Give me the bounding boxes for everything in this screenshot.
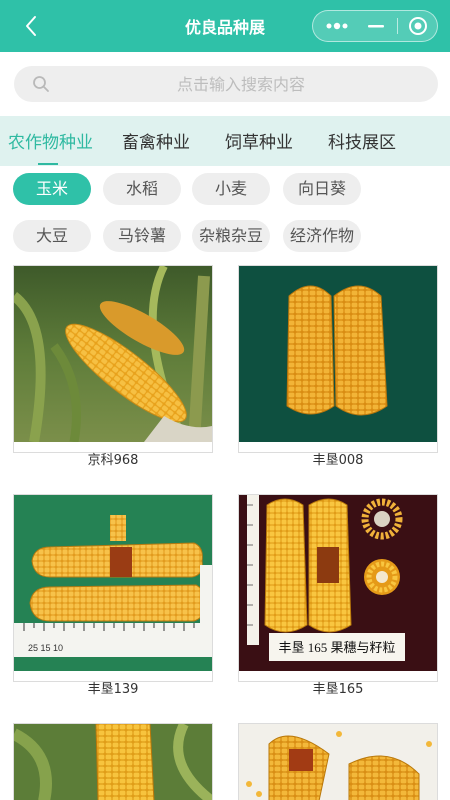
chip-rice[interactable]: 水稻: [103, 173, 181, 205]
product-name: 丰垦008: [312, 453, 364, 468]
tab-tech-exhibition[interactable]: 科技展区: [328, 128, 396, 153]
tab-livestock-seeds[interactable]: 畜禽种业: [122, 128, 190, 153]
chip-cash-crops[interactable]: 经济作物: [283, 220, 361, 252]
product-card[interactable]: 丰垦008: [238, 265, 438, 468]
product-name: 丰垦139: [87, 682, 139, 697]
more-dots-icon[interactable]: [315, 11, 357, 41]
product-name: 京科968: [87, 453, 139, 468]
tab-crop-seeds[interactable]: 农作物种业: [8, 128, 93, 153]
tab-forage-seeds[interactable]: 饲草种业: [225, 128, 293, 153]
product-image-ears-and-kernels: 丰垦 165 果穗与籽粒: [239, 495, 437, 671]
product-card[interactable]: [13, 723, 213, 800]
product-image-ears-with-ruler: 25 15 10: [14, 495, 212, 671]
product-card[interactable]: 京科968: [13, 265, 213, 468]
category-tabs: 农作物种业 畜禽种业 饲草种业 科技展区: [0, 116, 450, 166]
record-icon[interactable]: [397, 11, 439, 41]
search-bar[interactable]: [14, 66, 438, 102]
nav-header: 优良品种展: [0, 0, 450, 52]
ruler-text: 25 15 10: [28, 643, 63, 653]
product-card[interactable]: 25 15 10 丰垦139: [13, 494, 213, 697]
product-card[interactable]: 丰垦 165 果穗与籽粒 丰垦165: [238, 494, 438, 697]
product-card[interactable]: [238, 723, 438, 800]
product-image-two-ears: [239, 266, 437, 442]
miniprogram-capsule: [312, 10, 438, 42]
chip-wheat[interactable]: 小麦: [192, 173, 270, 205]
chip-sunflower[interactable]: 向日葵: [283, 173, 361, 205]
search-icon: [32, 75, 50, 97]
chip-soybean[interactable]: 大豆: [13, 220, 91, 252]
minimize-icon[interactable]: [355, 11, 397, 41]
product-image-corn-plant: [14, 724, 212, 800]
product-name: 丰垦165: [312, 682, 364, 697]
active-tab-indicator: [38, 163, 58, 165]
photo-caption: 丰垦 165 果穗与籽粒: [278, 640, 395, 655]
chip-potato[interactable]: 马铃薯: [103, 220, 181, 252]
product-image-corn-field: [14, 266, 212, 442]
product-image-ears-on-table: [239, 724, 437, 800]
search-input[interactable]: [60, 66, 422, 102]
chip-corn[interactable]: 玉米: [13, 173, 91, 205]
chip-minor-grains[interactable]: 杂粮杂豆: [192, 220, 270, 252]
